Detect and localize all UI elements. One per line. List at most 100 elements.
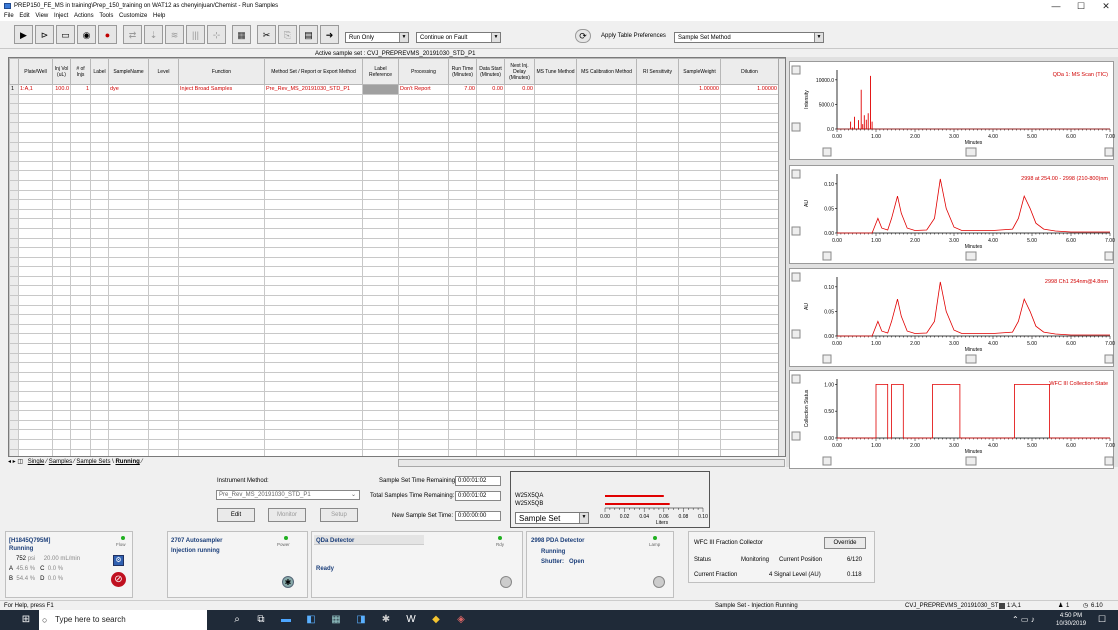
table-cell[interactable] [52, 275, 71, 287]
volume-scope-select[interactable]: Sample Set ▼ [515, 512, 589, 524]
table-cell[interactable] [9, 208, 19, 220]
column-header[interactable] [9, 58, 19, 85]
table-cell[interactable] [678, 371, 721, 383]
column-header[interactable]: Inj Vol (uL) [52, 58, 71, 85]
table-cell[interactable]: 1 [70, 84, 91, 95]
table-cell[interactable] [398, 151, 449, 162]
table-cell[interactable] [148, 131, 179, 143]
table-cell[interactable] [398, 343, 449, 354]
table-cell[interactable] [504, 410, 535, 421]
table-cell[interactable] [70, 343, 91, 354]
table-cell[interactable] [9, 275, 19, 287]
table-cell[interactable] [70, 189, 91, 201]
table-cell[interactable] [362, 400, 399, 412]
table-cell[interactable] [576, 371, 637, 383]
table-cell[interactable] [398, 314, 449, 325]
table-cell[interactable] [720, 112, 779, 124]
table-cell[interactable] [678, 179, 721, 191]
table-cell[interactable] [148, 256, 179, 268]
table-cell[interactable] [70, 179, 91, 191]
table-cell[interactable] [576, 256, 637, 268]
table-row-empty[interactable] [9, 285, 779, 297]
table-cell[interactable] [362, 333, 399, 345]
table-cell[interactable] [9, 448, 19, 456]
table-cell[interactable] [636, 275, 679, 287]
table-cell[interactable] [9, 131, 19, 143]
table-cell[interactable] [534, 112, 577, 124]
cut-icon[interactable]: ✂ [257, 25, 276, 44]
table-cell[interactable] [148, 112, 179, 124]
table-cell[interactable] [18, 131, 53, 143]
table-cell[interactable] [398, 199, 449, 210]
table-cell[interactable] [362, 314, 399, 325]
table-cell[interactable] [362, 237, 399, 249]
table-cell[interactable] [148, 381, 179, 392]
table-cell[interactable] [720, 410, 779, 421]
table-cell[interactable] [148, 362, 179, 373]
app-icon-4[interactable]: ✱ [378, 614, 394, 626]
table-cell[interactable] [636, 266, 679, 277]
table-cell[interactable] [576, 410, 637, 421]
table-cell[interactable] [576, 285, 637, 297]
table-cell[interactable] [108, 93, 149, 105]
table-cell[interactable] [576, 112, 637, 124]
table-cell[interactable] [476, 170, 505, 181]
table-cell[interactable] [148, 93, 179, 105]
table-cell[interactable] [70, 391, 91, 402]
table-cell[interactable] [90, 371, 109, 383]
table-cell[interactable] [90, 160, 109, 172]
table-cell[interactable] [476, 448, 505, 456]
table-row-empty[interactable] [9, 343, 779, 354]
table-cell[interactable] [264, 362, 363, 373]
table-cell[interactable] [720, 208, 779, 220]
table-cell[interactable] [476, 304, 505, 316]
table-cell[interactable] [398, 295, 449, 306]
table-cell[interactable] [448, 323, 477, 335]
menu-edit[interactable]: Edit [19, 13, 29, 19]
table-cell[interactable] [18, 429, 53, 440]
table-cell[interactable] [70, 333, 91, 345]
table-cell[interactable] [264, 314, 363, 325]
table-cell[interactable] [178, 362, 265, 373]
table-cell[interactable]: dye [108, 84, 149, 95]
table-cell[interactable] [90, 343, 109, 354]
table-cell[interactable] [398, 448, 449, 456]
table-cell[interactable] [398, 323, 449, 335]
table-cell[interactable] [18, 314, 53, 325]
table-cell[interactable] [18, 199, 53, 210]
table-cell[interactable] [9, 122, 19, 133]
table-cell[interactable] [148, 122, 179, 133]
table-row-empty[interactable] [9, 429, 779, 440]
table-cell[interactable] [264, 304, 363, 316]
table-cell[interactable]: Pre_Rev_MS_20191030_STD_P1 [264, 84, 363, 95]
table-cell[interactable] [90, 275, 109, 287]
table-cell[interactable] [90, 381, 109, 392]
table-cell[interactable] [148, 343, 179, 354]
table-cell[interactable] [678, 208, 721, 220]
table-cell[interactable] [362, 323, 399, 335]
table-cell[interactable] [678, 285, 721, 297]
table-cell[interactable] [264, 275, 363, 287]
table-cell[interactable] [476, 247, 505, 258]
table-cell[interactable] [18, 93, 53, 105]
table-cell[interactable] [448, 103, 477, 114]
table-cell[interactable] [108, 400, 149, 412]
notification-icon[interactable]: ☐ [1098, 614, 1106, 625]
table-cell[interactable] [52, 285, 71, 297]
table-cell[interactable] [18, 208, 53, 220]
table-cell[interactable] [504, 227, 535, 239]
table-cell[interactable] [636, 218, 679, 229]
table-cell[interactable] [9, 170, 19, 181]
table-cell[interactable] [720, 285, 779, 297]
table-cell[interactable] [534, 122, 577, 133]
override-button[interactable]: Override [824, 537, 866, 549]
table-cell[interactable] [398, 333, 449, 345]
table-cell[interactable] [576, 343, 637, 354]
table-cell[interactable] [9, 199, 19, 210]
table-cell[interactable] [18, 247, 53, 258]
table-cell[interactable] [90, 122, 109, 133]
table-cell[interactable] [52, 170, 71, 181]
table-cell[interactable] [576, 323, 637, 335]
table-cell[interactable] [504, 438, 535, 450]
table-cell[interactable] [148, 103, 179, 114]
